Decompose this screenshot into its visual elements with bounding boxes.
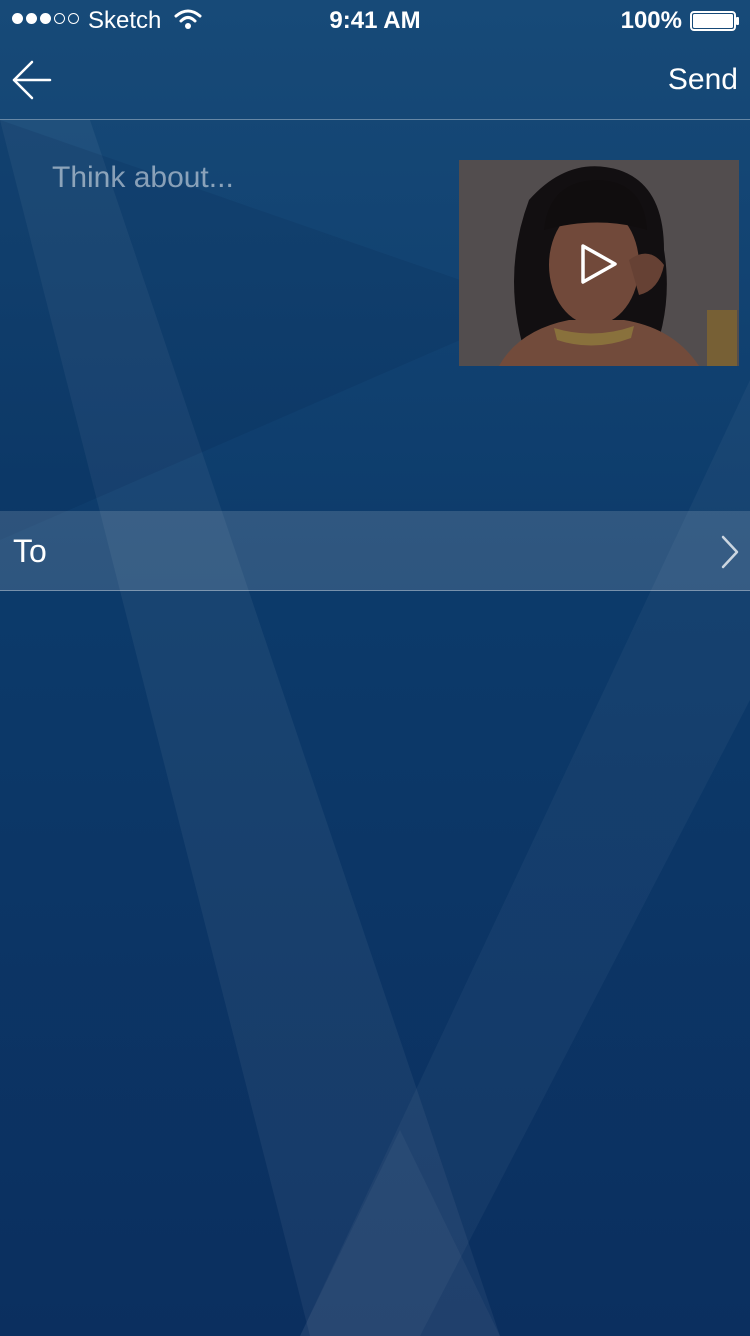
back-button[interactable]: [10, 58, 56, 102]
arrow-left-icon: [12, 60, 52, 100]
battery-icon: [690, 11, 739, 31]
navigation-bar: Send: [0, 40, 750, 120]
recipient-row[interactable]: To: [0, 511, 750, 591]
to-label: To: [13, 533, 47, 569]
send-button[interactable]: Send: [668, 62, 738, 98]
chevron-right-icon: [721, 535, 739, 569]
battery-percentage: 100%: [620, 7, 682, 34]
video-attachment-thumbnail[interactable]: [459, 160, 739, 366]
compose-text-input[interactable]: [52, 158, 432, 478]
play-icon: [581, 244, 617, 284]
status-bar: Sketch 9:41 AM 100%: [0, 0, 750, 40]
